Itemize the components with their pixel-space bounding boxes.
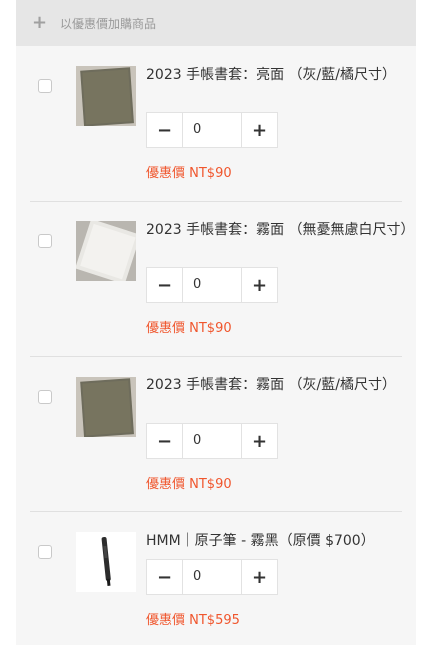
increase-button[interactable]: +	[241, 424, 277, 458]
quantity-value[interactable]: 0	[183, 113, 241, 147]
white-notebook-cover-image	[76, 221, 136, 281]
add-on-item: 2023 手帳書套：霧面 （灰/藍/橘尺寸） − 0 + 優惠價 NT$90	[30, 356, 402, 512]
black-ballpoint-pen-image	[76, 532, 136, 592]
item-checkbox[interactable]	[38, 545, 52, 559]
gray-notebook-cover-image	[76, 377, 136, 437]
item-name: HMM｜原子筆 - 霧黑（原價 $700）	[146, 533, 375, 549]
quantity-stepper: − 0 +	[146, 112, 278, 148]
decrease-button[interactable]: −	[147, 268, 183, 302]
add-on-item: 2023 手帳書套：霧面 （無憂無慮白尺寸） − 0 + 優惠價 NT$90	[30, 201, 415, 357]
decrease-button[interactable]: −	[147, 113, 183, 147]
add-on-item: 2023 手帳書套：亮面 （灰/藍/橘尺寸） − 0 + 優惠價 NT$90	[30, 46, 402, 202]
item-checkbox[interactable]	[38, 79, 52, 93]
quantity-value[interactable]: 0	[183, 560, 241, 594]
item-checkbox[interactable]	[38, 234, 52, 248]
item-price: 優惠價 NT$90	[146, 477, 232, 492]
decrease-button[interactable]: −	[147, 424, 183, 458]
item-checkbox[interactable]	[38, 390, 52, 404]
add-on-header[interactable]: + 以優惠價加購商品	[16, 0, 416, 46]
increase-button[interactable]: +	[241, 268, 277, 302]
increase-button[interactable]: +	[241, 113, 277, 147]
quantity-stepper: − 0 +	[146, 267, 278, 303]
quantity-value[interactable]: 0	[183, 424, 241, 458]
quantity-stepper: − 0 +	[146, 559, 278, 595]
item-name: 2023 手帳書套：亮面 （灰/藍/橘尺寸）	[146, 67, 396, 83]
item-name: 2023 手帳書套：霧面 （灰/藍/橘尺寸）	[146, 377, 396, 393]
item-price: 優惠價 NT$90	[146, 321, 232, 336]
gray-notebook-cover-image	[76, 66, 136, 126]
quantity-value[interactable]: 0	[183, 268, 241, 302]
decrease-button[interactable]: −	[147, 560, 183, 594]
item-price: 優惠價 NT$595	[146, 613, 240, 628]
add-on-panel: + 以優惠價加購商品 2023 手帳書套：亮面 （灰/藍/橘尺寸） − 0 + …	[16, 0, 416, 645]
item-name: 2023 手帳書套：霧面 （無憂無慮白尺寸）	[146, 222, 415, 238]
quantity-stepper: − 0 +	[146, 423, 278, 459]
increase-button[interactable]: +	[241, 560, 277, 594]
plus-icon: +	[32, 12, 48, 33]
item-price: 優惠價 NT$90	[146, 166, 232, 181]
add-on-title: 以優惠價加購商品	[60, 16, 157, 31]
